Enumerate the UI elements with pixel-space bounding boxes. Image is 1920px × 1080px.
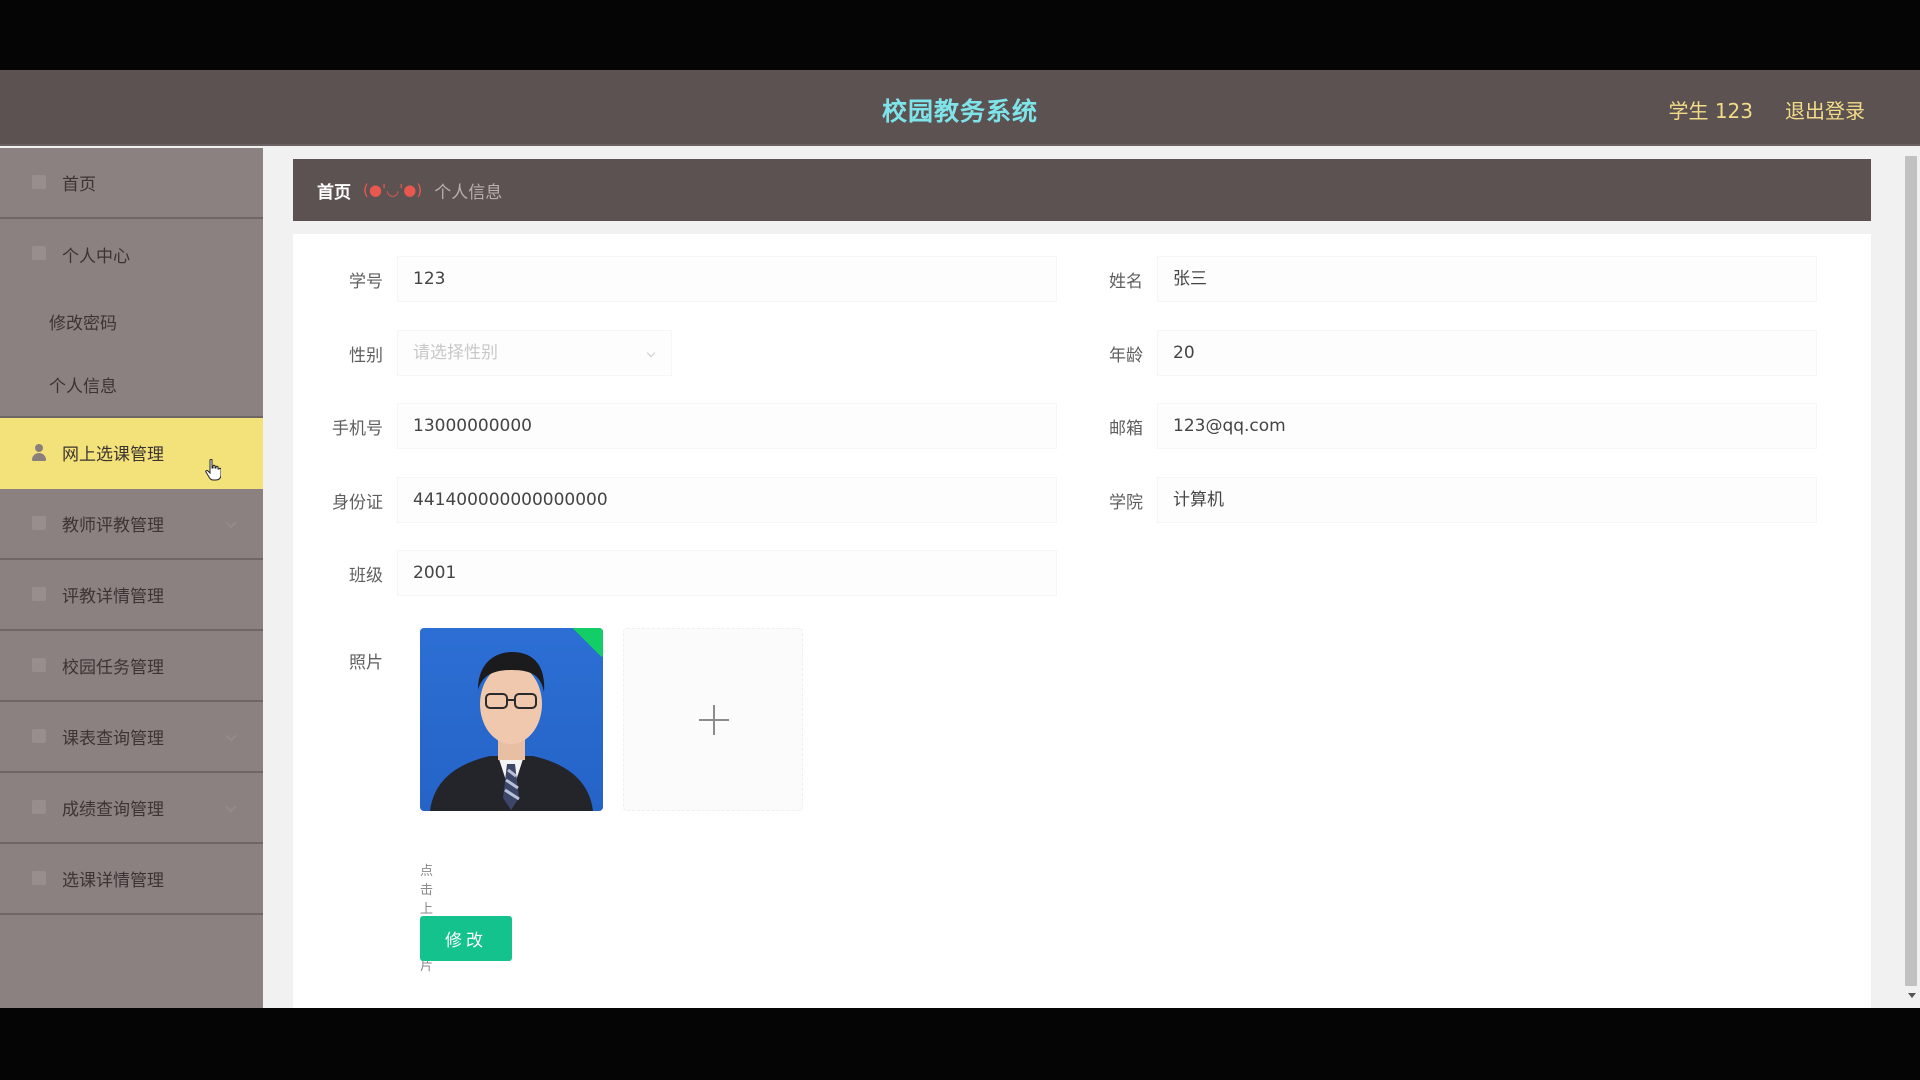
college-field[interactable] bbox=[1157, 477, 1817, 523]
gender-label: 性别 bbox=[349, 345, 383, 366]
form-row-class: 班级 bbox=[293, 548, 1057, 598]
evaluation-icon bbox=[32, 516, 46, 530]
gender-select[interactable] bbox=[397, 330, 672, 376]
scrollbar-thumb[interactable] bbox=[1905, 156, 1917, 986]
student-portrait-image bbox=[430, 652, 593, 811]
app-title: 校园教务系统 bbox=[881, 97, 1038, 126]
student-id-field[interactable] bbox=[397, 256, 1057, 302]
home-icon bbox=[32, 175, 46, 189]
form-row-email: 邮箱 bbox=[1053, 401, 1817, 451]
logout-link[interactable]: 退出登录 bbox=[1785, 95, 1865, 124]
college-label: 学院 bbox=[1109, 492, 1143, 513]
timetable-icon bbox=[32, 729, 46, 743]
sidebar-item-evaluation-details[interactable]: 评教详情管理 bbox=[0, 560, 263, 631]
sidebar-subitem-change-password[interactable]: 修改密码 bbox=[0, 290, 263, 353]
breadcrumb-current: 个人信息 bbox=[434, 182, 503, 203]
sidebar-item-personal-center[interactable]: 个人中心 bbox=[0, 219, 263, 290]
email-label: 邮箱 bbox=[1109, 418, 1143, 439]
video-letterbox-bottom bbox=[0, 1008, 1920, 1080]
sidebar-menu: 首页 个人中心 修改密码 个人信息 网上选课管理 教师评教管理 评教详情管理 校… bbox=[0, 148, 263, 1008]
gender-select-input[interactable] bbox=[397, 330, 672, 376]
chevron-down-icon bbox=[225, 801, 237, 813]
sidebar-item-campus-tasks[interactable]: 校园任务管理 bbox=[0, 631, 263, 702]
sidebar-item-label: 个人中心 bbox=[62, 247, 130, 267]
sidebar-item-label: 选课详情管理 bbox=[62, 871, 164, 891]
details-icon bbox=[32, 587, 46, 601]
top-header-bar: 校园教务系统 学生 123 退出登录 bbox=[0, 70, 1920, 146]
page-scrollbar[interactable] bbox=[1902, 148, 1920, 1008]
form-row-college: 学院 bbox=[1053, 475, 1817, 525]
sidebar-item-course-selection[interactable]: 网上选课管理 bbox=[0, 418, 263, 489]
sidebar-item-teacher-evaluation[interactable]: 教师评教管理 bbox=[0, 489, 263, 560]
person-icon bbox=[31, 444, 47, 462]
class-field[interactable] bbox=[397, 550, 1057, 596]
main-content: 首页 (●'◡'●) 个人信息 学号 姓名 性别 bbox=[263, 148, 1920, 1008]
phone-field[interactable] bbox=[397, 403, 1057, 449]
form-row-gender: 性别 bbox=[293, 328, 672, 378]
sidebar-subitem-label: 个人信息 bbox=[49, 377, 117, 397]
sidebar-item-label: 评教详情管理 bbox=[62, 587, 164, 607]
current-user-label: 学生 123 bbox=[1668, 99, 1753, 123]
scroll-down-arrow-icon[interactable] bbox=[1908, 993, 1916, 998]
task-icon bbox=[32, 658, 46, 672]
form-row-id-card: 身份证 bbox=[293, 475, 1057, 525]
sidebar-subitem-personal-info[interactable]: 个人信息 bbox=[0, 353, 263, 416]
plus-icon bbox=[699, 705, 729, 735]
age-label: 年龄 bbox=[1109, 345, 1143, 366]
id-card-field[interactable] bbox=[397, 477, 1057, 523]
photo-upload-button[interactable] bbox=[623, 628, 803, 811]
form-row-phone: 手机号 bbox=[293, 401, 1057, 451]
list-icon bbox=[32, 871, 46, 885]
breadcrumb: 首页 (●'◡'●) 个人信息 bbox=[293, 159, 1871, 221]
photo-label: 照片 bbox=[349, 653, 383, 673]
breadcrumb-separator: (●'◡'●) bbox=[363, 181, 423, 199]
form-row-age: 年龄 bbox=[1053, 328, 1817, 378]
breadcrumb-home-link[interactable]: 首页 bbox=[317, 178, 351, 203]
sidebar-item-label: 课表查询管理 bbox=[62, 729, 164, 749]
age-field[interactable] bbox=[1157, 330, 1817, 376]
sidebar-item-label: 校园任务管理 bbox=[62, 658, 164, 678]
sidebar-group-personal-center: 个人中心 修改密码 个人信息 bbox=[0, 219, 263, 418]
sidebar-item-label: 教师评教管理 bbox=[62, 516, 164, 536]
chevron-down-icon bbox=[225, 730, 237, 742]
sidebar-item-label: 首页 bbox=[62, 175, 96, 195]
mouse-pointer-hand-icon bbox=[205, 459, 221, 481]
form-row-name: 姓名 bbox=[1053, 254, 1817, 304]
id-card-label: 身份证 bbox=[332, 492, 383, 513]
uploaded-photo-thumbnail[interactable] bbox=[420, 628, 603, 811]
sidebar-subitem-label: 修改密码 bbox=[49, 314, 117, 334]
sidebar-item-grade-query[interactable]: 成绩查询管理 bbox=[0, 773, 263, 844]
submit-edit-button[interactable]: 修改 bbox=[420, 916, 512, 961]
sidebar-item-label: 网上选课管理 bbox=[62, 445, 164, 465]
app-window: 校园教务系统 学生 123 退出登录 首页 个人中心 修改密码 个人信息 网上选… bbox=[0, 70, 1920, 1008]
chevron-down-icon bbox=[225, 517, 237, 529]
sidebar-item-selection-details[interactable]: 选课详情管理 bbox=[0, 844, 263, 915]
sidebar-item-home[interactable]: 首页 bbox=[0, 148, 263, 219]
name-label: 姓名 bbox=[1109, 271, 1143, 292]
user-center-icon bbox=[32, 246, 46, 260]
sidebar-item-label: 成绩查询管理 bbox=[62, 800, 164, 820]
grade-icon bbox=[32, 800, 46, 814]
class-label: 班级 bbox=[349, 565, 383, 586]
name-field[interactable] bbox=[1157, 256, 1817, 302]
sidebar-item-timetable-query[interactable]: 课表查询管理 bbox=[0, 702, 263, 773]
personal-info-form: 学号 姓名 性别 年龄 手机号 bbox=[293, 234, 1871, 1008]
video-letterbox-top bbox=[0, 0, 1920, 70]
email-field[interactable] bbox=[1157, 403, 1817, 449]
student-id-label: 学号 bbox=[349, 271, 383, 292]
form-row-student-id: 学号 bbox=[293, 254, 1057, 304]
phone-label: 手机号 bbox=[332, 418, 383, 439]
